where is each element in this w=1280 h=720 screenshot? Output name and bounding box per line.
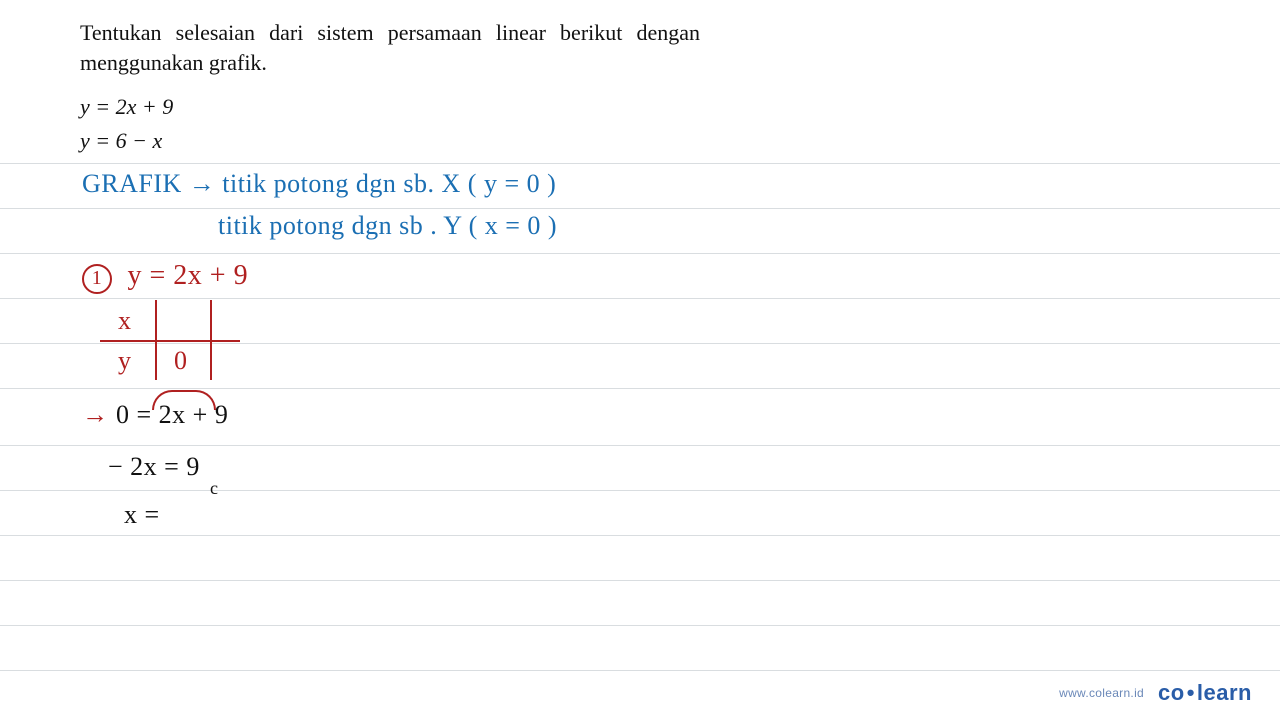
note-grafik-line-1: GRAFIK → titik potong dgn sb. X ( y = 0 … [82,169,556,199]
step-1-equation: y = 2x + 9 [128,260,249,291]
problem-equations: y = 2x + 9 y = 6 − x [80,90,173,158]
equation-1: y = 2x + 9 [80,90,173,124]
work-equation-b: − 2x = 9 [108,452,200,482]
footer-url: www.colearn.id [1059,686,1144,700]
logo-left: co [1158,680,1185,705]
table-vertical-line-1 [155,300,157,380]
work-equation-a: 0 = 2x + 9 [116,400,228,430]
table-vertical-line-2 [210,300,212,380]
footer-logo: co•learn [1158,680,1252,706]
arrow-icon: → [82,400,109,430]
work-equation-c: x = [124,500,160,530]
step-number-circle: 1 [82,264,112,294]
work-equation-b-sub: c [210,478,219,499]
note-grafik-line-2: titik potong dgn sb . Y ( x = 0 ) [218,211,557,241]
xy-table: x y 0 [100,300,240,380]
table-y-label: y [118,346,132,376]
table-zero-cell: 0 [174,346,188,376]
table-horizontal-line [100,340,240,342]
table-x-label: x [118,306,132,336]
problem-statement: Tentukan selesaian dari sistem persamaan… [80,18,700,77]
logo-right: learn [1197,680,1252,705]
step-1-heading: 1 y = 2x + 9 [82,260,248,294]
logo-dot-icon: • [1185,680,1197,705]
footer: www.colearn.id co•learn [1059,680,1252,706]
equation-2: y = 6 − x [80,124,173,158]
